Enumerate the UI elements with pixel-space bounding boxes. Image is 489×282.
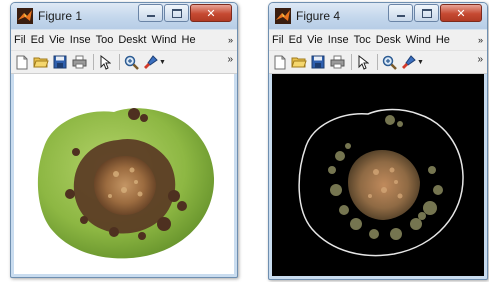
close-icon: ✕: [456, 6, 466, 20]
print-icon[interactable]: [71, 54, 87, 70]
data-brush-icon[interactable]: [142, 54, 158, 70]
minimize-icon: [396, 14, 405, 17]
toolbar-overflow-icon[interactable]: »: [477, 54, 483, 65]
title-bar[interactable]: Figure 1 ✕: [11, 3, 237, 29]
figure-window-1: Figure 1 ✕ Fil Ed Vie Inse Too Deskt Win…: [10, 2, 238, 278]
menu-bar: Fil Ed Vie Inse Too Deskt Wind He »: [11, 29, 237, 50]
title-bar[interactable]: Figure 4 ✕: [269, 3, 487, 29]
menu-bar: Fil Ed Vie Inse Toc Desk Wind He »: [269, 29, 487, 50]
minimize-button[interactable]: [138, 4, 163, 22]
minimize-button[interactable]: [388, 4, 413, 22]
brush-dropdown-icon[interactable]: ▼: [159, 59, 166, 66]
new-file-icon[interactable]: [14, 54, 30, 70]
menu-overflow-icon[interactable]: »: [478, 35, 483, 45]
figure-axes[interactable]: [272, 74, 484, 276]
toolbar-separator: [351, 54, 352, 70]
maximize-button[interactable]: [414, 4, 439, 22]
menu-help[interactable]: He: [436, 34, 450, 46]
save-icon[interactable]: [52, 54, 68, 70]
open-folder-icon[interactable]: [291, 54, 307, 70]
toolbar: ▼ »: [11, 50, 237, 74]
menu-file[interactable]: Fil: [14, 34, 26, 46]
leaf-image: [37, 108, 215, 259]
matlab-logo-icon: [17, 8, 33, 24]
close-icon: ✕: [206, 6, 216, 20]
matlab-logo-icon: [275, 8, 291, 24]
pointer-icon[interactable]: [97, 54, 113, 70]
window-title: Figure 1: [38, 9, 83, 23]
open-folder-icon[interactable]: [33, 54, 49, 70]
toolbar-separator: [377, 54, 378, 70]
save-icon[interactable]: [310, 54, 326, 70]
close-button[interactable]: ✕: [190, 4, 232, 22]
menu-desktop[interactable]: Desk: [376, 34, 401, 46]
minimize-icon: [146, 14, 155, 17]
menu-desktop[interactable]: Deskt: [118, 34, 146, 46]
zoom-in-icon[interactable]: [381, 54, 397, 70]
menu-overflow-icon[interactable]: »: [228, 35, 233, 45]
menu-edit[interactable]: Ed: [31, 34, 44, 46]
toolbar-overflow-icon[interactable]: »: [227, 54, 233, 65]
menu-help[interactable]: He: [182, 34, 196, 46]
menu-insert[interactable]: Inse: [70, 34, 91, 46]
maximize-icon: [171, 8, 182, 18]
toolbar-separator: [119, 54, 120, 70]
print-icon[interactable]: [329, 54, 345, 70]
toolbar: ▼ »: [269, 50, 487, 74]
figure-axes[interactable]: [14, 74, 234, 274]
maximize-icon: [421, 8, 432, 18]
figure-window-4: Figure 4 ✕ Fil Ed Vie Inse Toc Desk Wind…: [268, 2, 488, 280]
zoom-in-icon[interactable]: [123, 54, 139, 70]
menu-file[interactable]: Fil: [272, 34, 284, 46]
menu-insert[interactable]: Inse: [328, 34, 349, 46]
menu-tools[interactable]: Toc: [354, 34, 371, 46]
menu-view[interactable]: Vie: [307, 34, 323, 46]
menu-window[interactable]: Wind: [406, 34, 431, 46]
menu-edit[interactable]: Ed: [289, 34, 302, 46]
menu-view[interactable]: Vie: [49, 34, 65, 46]
segmented-lesion-image: [298, 108, 464, 257]
brush-dropdown-icon[interactable]: ▼: [417, 59, 424, 66]
menu-window[interactable]: Wind: [151, 34, 176, 46]
pointer-icon[interactable]: [355, 54, 371, 70]
maximize-button[interactable]: [164, 4, 189, 22]
close-button[interactable]: ✕: [440, 4, 482, 22]
menu-tools[interactable]: Too: [96, 34, 114, 46]
data-brush-icon[interactable]: [400, 54, 416, 70]
window-title: Figure 4: [296, 9, 341, 23]
new-file-icon[interactable]: [272, 54, 288, 70]
toolbar-separator: [93, 54, 94, 70]
